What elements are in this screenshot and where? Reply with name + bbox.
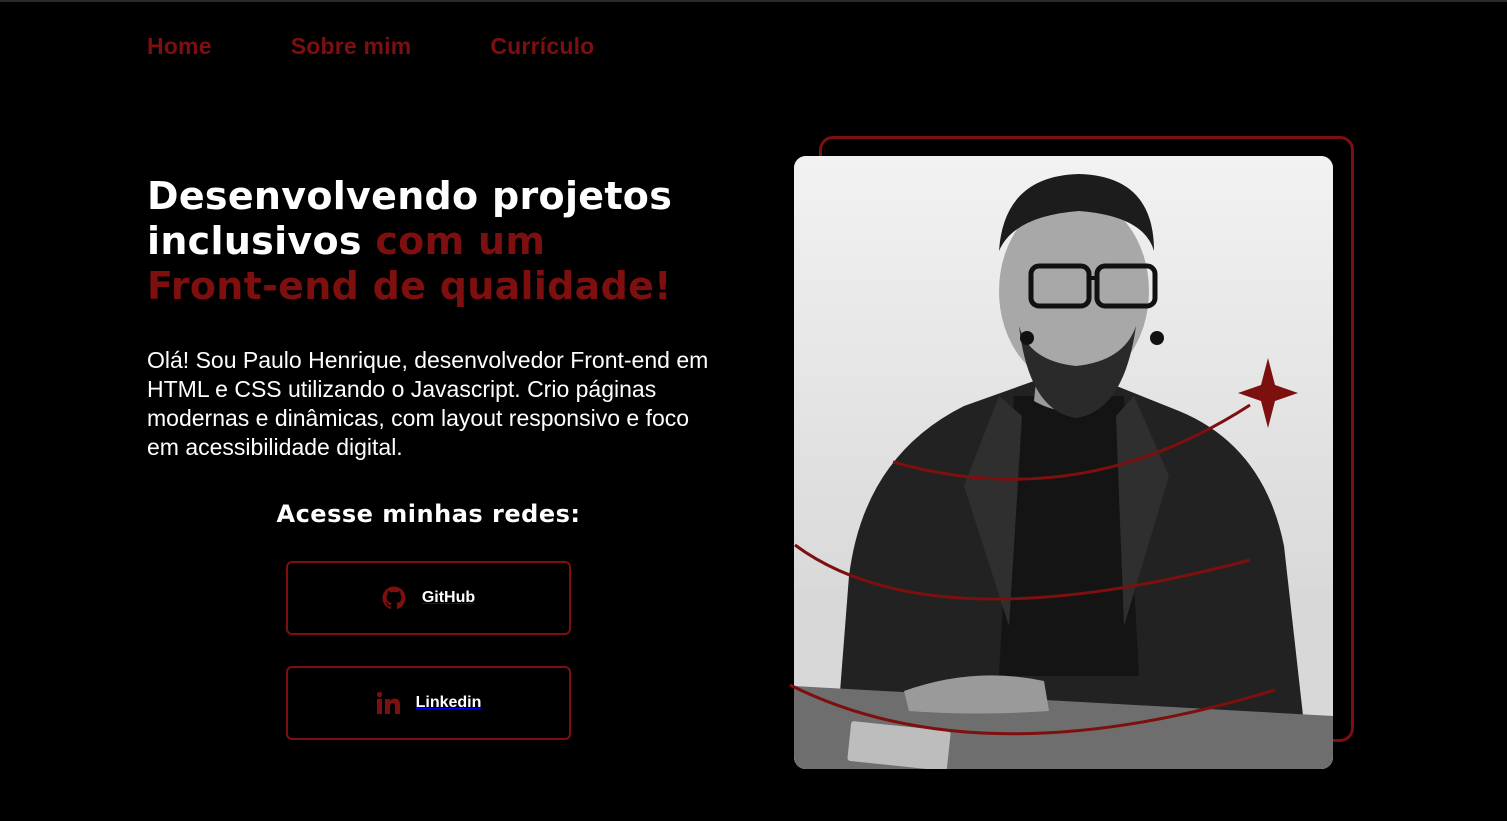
linkedin-icon: [376, 691, 400, 715]
hero-title-line2-accent: com um: [375, 219, 546, 263]
profile-photo: [794, 156, 1333, 769]
linkedin-button[interactable]: Linkedin: [286, 666, 571, 740]
top-border: [0, 0, 1507, 2]
nav-resume-link[interactable]: Currículo: [490, 33, 594, 60]
profile-photo-illustration: [794, 156, 1333, 769]
nav-home-link[interactable]: Home: [147, 33, 212, 60]
social-title: Acesse minhas redes:: [276, 500, 581, 528]
github-button-label: GitHub: [421, 589, 476, 606]
hero-title-line3-accent: Front-end de qualidade!: [147, 264, 672, 308]
main-nav: Home Sobre mim Currículo: [147, 33, 594, 60]
github-button[interactable]: GitHub: [286, 561, 571, 635]
nav-about-link[interactable]: Sobre mim: [291, 33, 412, 60]
hero-title-line1: Desenvolvendo projetos: [147, 174, 673, 218]
hero-title: Desenvolvendo projetos inclusivos com um…: [147, 174, 747, 309]
hero-title-line2-white: inclusivos: [147, 219, 376, 263]
hero-bio: Olá! Sou Paulo Henrique, desenvolvedor F…: [147, 347, 709, 460]
github-icon: [382, 586, 406, 610]
linkedin-button-label: Linkedin: [415, 694, 482, 711]
